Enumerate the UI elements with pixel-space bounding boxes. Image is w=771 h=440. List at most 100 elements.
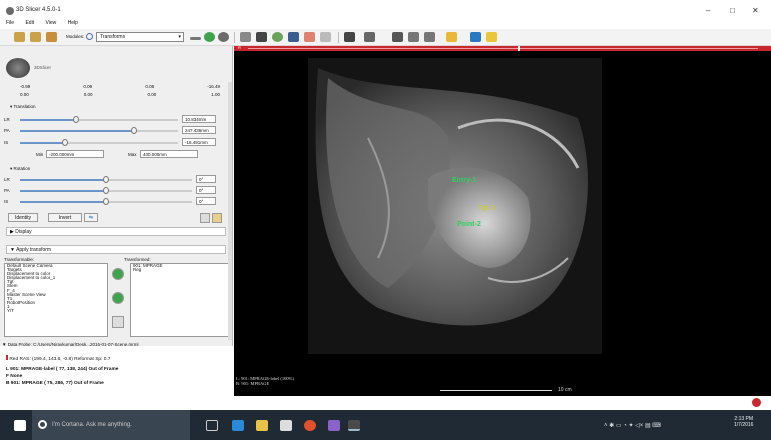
save-icon[interactable] [30,32,41,42]
rotation-header[interactable]: ▾ Rotation [10,166,30,172]
dcm-icon[interactable] [46,32,57,42]
apply-transform-section[interactable]: ▼ Apply transform [6,245,226,254]
scale-bar [440,390,552,391]
transform-matrix: -0.99 0.09 0.08 -16.49 0.00 0.00 0.00 1.00 [20,84,220,97]
transformed-list[interactable]: 901: MPRAGE Reg [130,263,230,337]
messenger-icon[interactable] [328,420,340,431]
transform-left-icon[interactable] [112,292,124,304]
menu-view[interactable]: View [45,20,56,26]
close-button[interactable]: ✕ [752,6,759,15]
menu-edit[interactable]: Edit [25,20,34,26]
corner-background-line: B: 901: MPRAGE [236,381,270,386]
title-bar: 3D Slicer 4.5.0-1 – □ ✕ [0,0,771,20]
split-transform-icon[interactable]: ⇆ [84,213,98,222]
mri-slice-image [308,58,602,354]
clock[interactable]: 2:13 PM 1/7/2016 [734,416,753,428]
invert-button[interactable]: Invert [48,213,82,222]
slice-view-icon[interactable] [344,32,355,42]
copy-icon[interactable] [200,213,210,223]
load-data-icon[interactable] [14,32,25,42]
corner-annotation: L: 901: MPRAGE-label (100%) B: 901: MPRA… [236,376,294,386]
scale-label: 10 cm [558,387,572,393]
translation-pa-value[interactable]: 247.436mm [182,126,216,134]
cortana-search[interactable]: I'm Cortana. Ask me anything. [32,410,190,440]
landmark-point[interactable]: Point-2 [457,221,481,228]
taskbar: I'm Cortana. Ask me anything. ˄ ✱ ▭ ◔ ✦ … [0,410,771,440]
identity-button[interactable]: Identity [8,213,38,222]
windows-start-icon[interactable] [14,420,26,431]
edge-icon[interactable] [232,420,244,431]
system-tray-icons[interactable]: ˄ ✱ ▭ ◔ ✦ ◁× ▤ ⌨ [604,422,661,429]
minimize-button[interactable]: – [706,6,710,15]
slice-offset-slider[interactable] [248,48,758,49]
translation-header[interactable]: ▾ Translation [10,104,36,110]
translation-lr-value[interactable]: 10.834mm [182,115,216,123]
store-icon[interactable] [280,420,292,431]
landmark-target[interactable]: Tgt-3 [478,205,495,212]
data-probe-panel: Red RAS: (199.4, 143.6, -0.8) Reformat S… [0,346,233,396]
menu-bar: File Edit View Help [0,20,771,29]
translation-pa-slider[interactable] [20,127,178,134]
back-icon[interactable] [204,32,215,42]
max-label: Max [128,152,137,157]
add-fiducial-icon[interactable] [446,32,457,42]
module-history-icon[interactable] [190,37,201,40]
layout-icon[interactable] [240,32,251,42]
translation-title: Translation [13,104,36,109]
red-slice-controller[interactable]: R [234,45,771,51]
list-item[interactable]: Y/T [5,308,107,313]
transformable-list[interactable]: Default Scene Camera Targets Displacement … [4,263,108,337]
cortana-placeholder: I'm Cortana. Ask me anything. [52,422,132,428]
display-section[interactable]: ▶ Display [6,227,226,236]
translation-lr-slider[interactable] [20,116,178,123]
rotation-lr-value[interactable]: 0° [196,175,216,183]
matrix-cell: 0.00 [83,92,93,97]
window-title: 3D Slicer 4.5.0-1 [16,7,61,13]
rotation-pa-slider[interactable] [20,187,192,194]
max-value-field[interactable]: 400.000mm [140,150,198,158]
module-search-icon[interactable] [86,33,93,40]
display-title: Display [15,229,32,235]
harden-transform-icon[interactable] [112,316,124,328]
translation-is-slider[interactable] [20,139,178,146]
file-explorer-icon[interactable] [256,420,268,431]
panel-scrollbar[interactable] [228,82,232,340]
transform-right-icon[interactable] [112,268,124,280]
screenshot-icon[interactable] [392,32,403,42]
extension-manager-icon[interactable] [470,32,481,42]
python-console-icon[interactable] [486,32,497,42]
camera-icon[interactable] [424,32,435,42]
module-selector[interactable]: Transforms ▾ [96,32,184,42]
chrome-icon[interactable] [304,420,316,431]
ruler-icon[interactable] [320,32,331,42]
menu-help[interactable]: Help [68,20,78,26]
forward-icon[interactable] [218,32,229,42]
volumes-icon[interactable] [288,32,299,42]
translation-lr-label: LR [4,117,10,122]
rotation-is-value[interactable]: 0° [196,197,216,205]
3d-view-icon[interactable] [256,32,267,42]
matrix-cell: -0.99 [20,84,31,89]
rotation-pa-value[interactable]: 0° [196,186,216,194]
module-panel: 3DSlicer -0.99 0.09 0.08 -16.49 0.00 0.00 0.0… [0,46,233,347]
error-log-icon[interactable] [752,398,761,407]
landmark-entry[interactable]: Entry-1 [452,177,476,184]
module-selector-value: Transforms [100,34,126,40]
slice-offset-knob[interactable] [518,46,520,51]
fiducial-icon[interactable] [304,32,315,42]
task-view-icon[interactable] [206,420,218,431]
min-value-field[interactable]: -200.000mm [46,150,104,158]
list-item[interactable]: Reg [131,267,229,272]
rotation-is-slider[interactable] [20,198,192,205]
probe-ras: Red RAS: (199.4, 143.6, -0.8) Reformat S… [9,357,111,362]
menu-file[interactable]: File [6,20,14,26]
rotation-lr-slider[interactable] [20,176,192,183]
maximize-button[interactable]: □ [730,6,735,15]
paste-icon[interactable] [212,213,222,223]
slicer-taskbar-icon[interactable] [348,420,360,431]
translation-is-value[interactable]: -16.491mm [182,138,216,146]
scene-view-icon[interactable] [408,32,419,42]
rotation-title: Rotation [13,166,31,171]
models-icon[interactable] [272,32,283,42]
crosshair-icon[interactable] [364,32,375,42]
